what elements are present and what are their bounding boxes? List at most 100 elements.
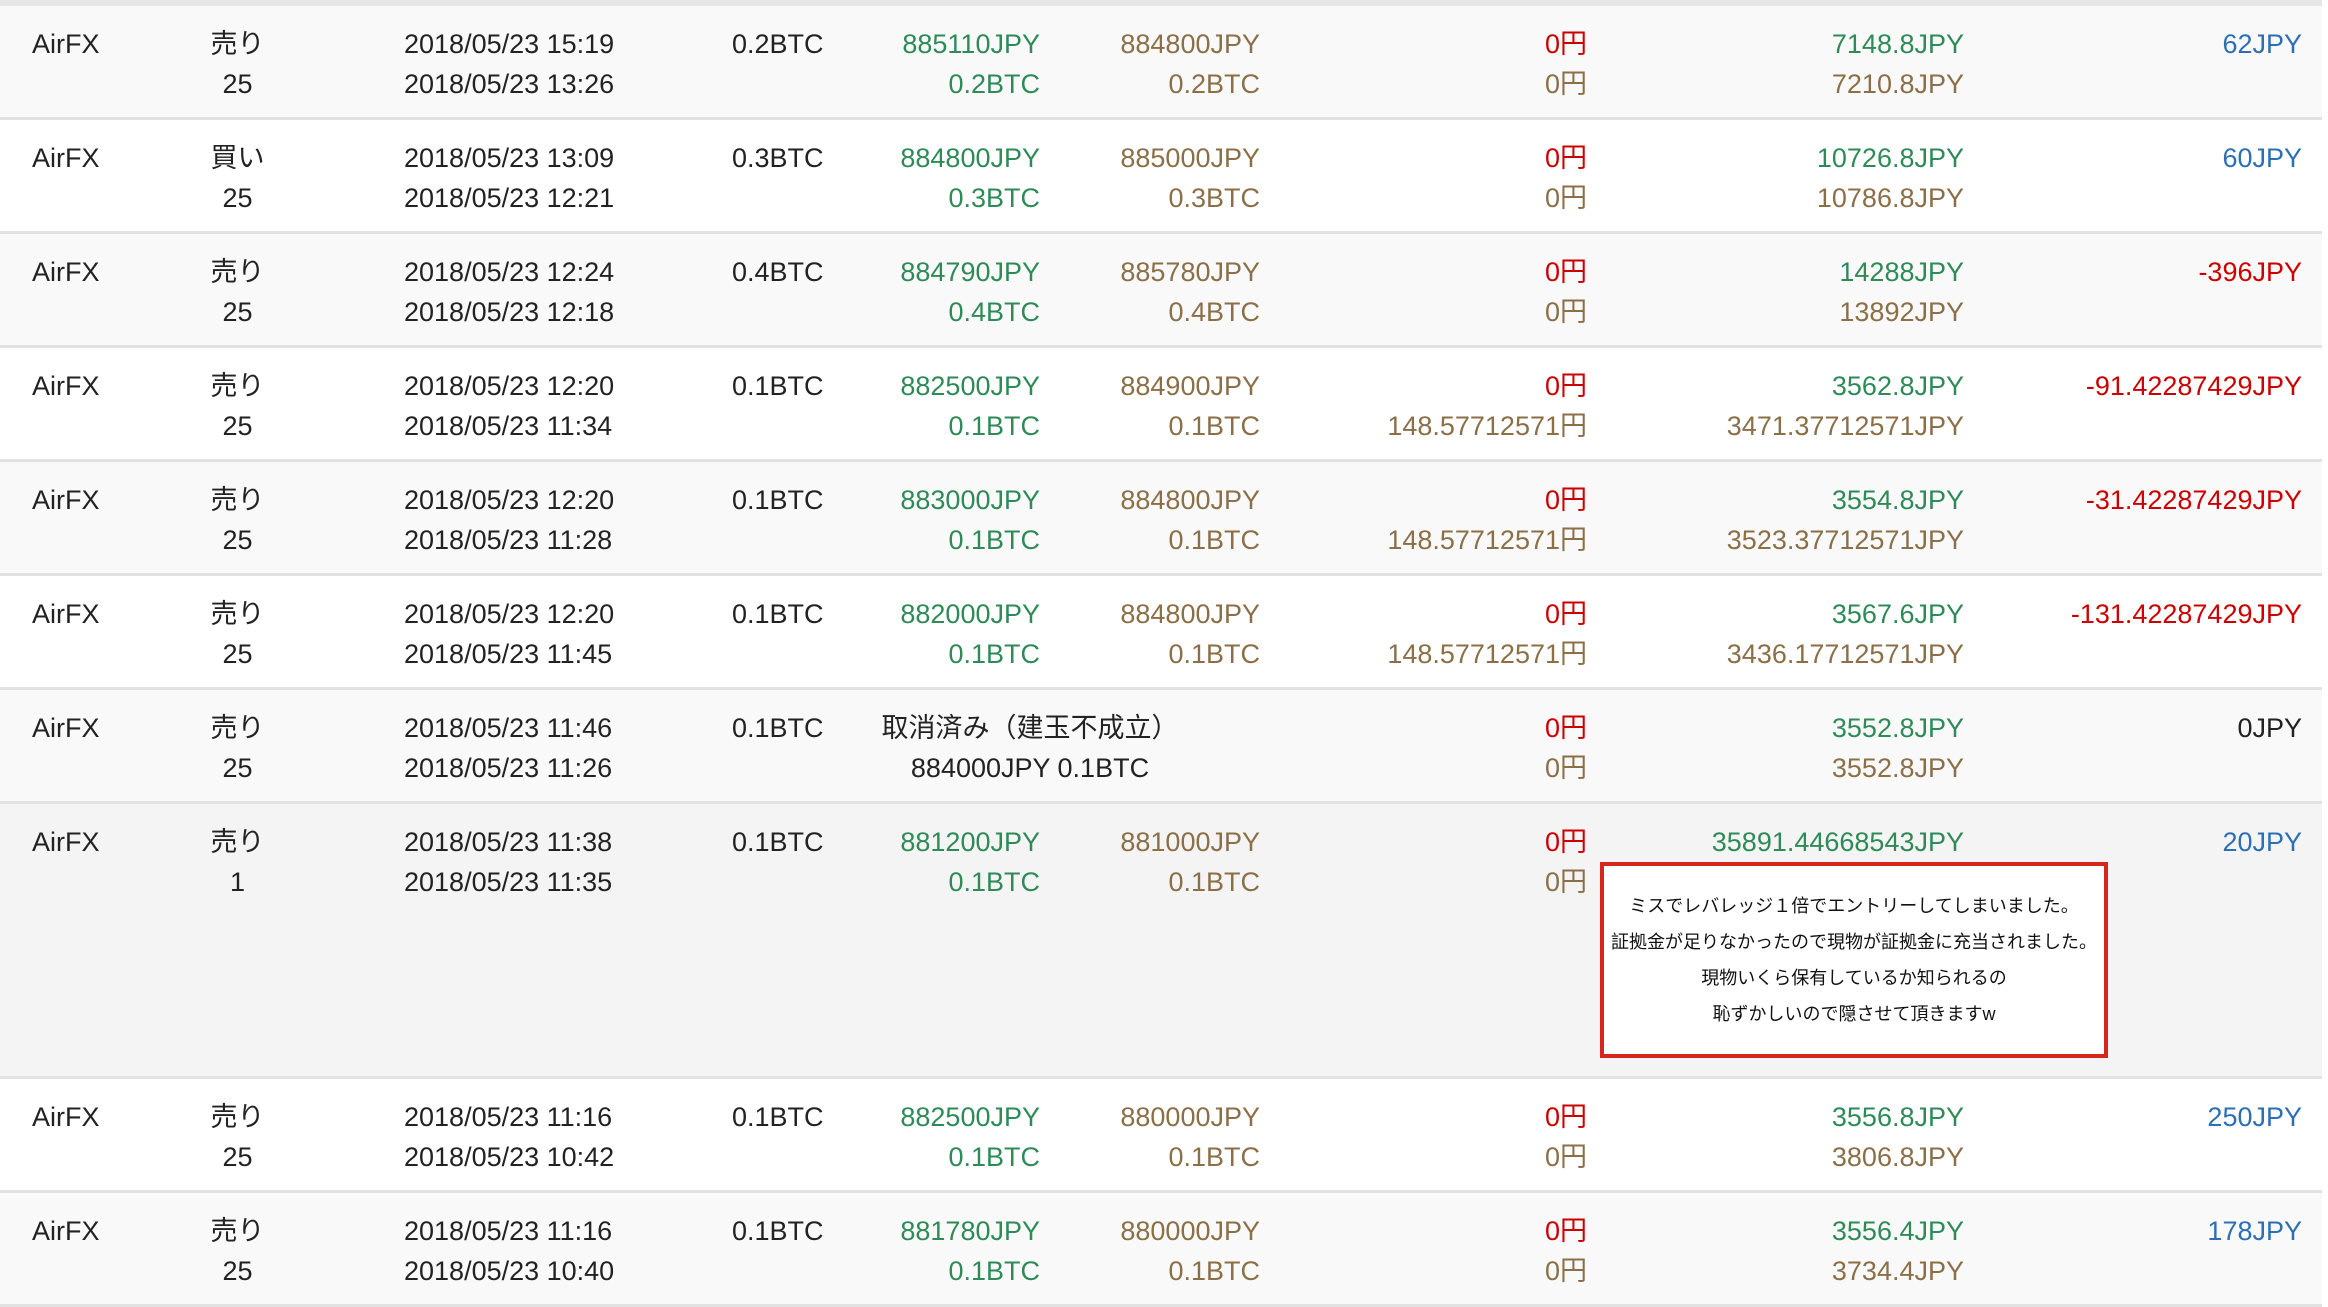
fee-cell: 0円	[1544, 599, 1587, 629]
annotation-line: 恥ずかしいので隠させて頂きますw	[1712, 1004, 1996, 1024]
balance-after-cell: 3471.37712571JPY	[1726, 411, 1964, 441]
balance-after-cell: 3436.17712571JPY	[1726, 639, 1964, 669]
open-time-cell: 2018/05/23 11:28	[404, 525, 613, 555]
exec-price-cell: 880000JPY	[1120, 1102, 1260, 1132]
exec-qty-cell: 0.1BTC	[1168, 525, 1260, 555]
balance-after-cell: 3523.37712571JPY	[1726, 525, 1964, 555]
order-price-cell: 882500JPY	[900, 371, 1040, 401]
profit-loss-cell: -396JPY	[2198, 257, 2302, 287]
exchange-cell: AirFX	[32, 827, 100, 857]
side-cell: 売り	[210, 1102, 265, 1132]
balance-after-cell: 13892JPY	[1839, 297, 1964, 327]
side-cell: 売り	[210, 485, 265, 515]
leverage-cell: 25	[222, 1256, 253, 1286]
fee-cell: 0円	[1544, 1216, 1587, 1246]
leverage-cell: 25	[222, 411, 253, 441]
close-time-cell: 2018/05/23 11:46	[404, 713, 613, 743]
balance-before-cell: 35891.44668543JPY	[1711, 827, 1964, 857]
profit-loss-cell: -31.42287429JPY	[2085, 485, 2302, 515]
order-qty-cell: 0.1BTC	[948, 1256, 1040, 1286]
order-qty-cell: 0.1BTC	[948, 639, 1040, 669]
open-time-cell: 2018/05/23 10:40	[404, 1256, 615, 1286]
close-time-cell: 2018/05/23 12:20	[404, 599, 615, 629]
table-row: AirFX 売り 25 2018/05/23 15:19 2018/05/23 …	[0, 6, 2322, 120]
side-cell: 売り	[210, 257, 265, 287]
order-qty-cell: 0.2BTC	[948, 69, 1040, 99]
balance-after-cell: 7210.8JPY	[1831, 69, 1964, 99]
quantity-cell: 0.2BTC	[732, 29, 824, 59]
side-cell: 買い	[210, 143, 265, 173]
swap-fee-cell: 0円	[1544, 183, 1587, 213]
quantity-cell: 0.1BTC	[732, 1216, 824, 1246]
balance-before-cell: 14288JPY	[1839, 257, 1964, 287]
exec-qty-cell: 0.1BTC	[1168, 867, 1260, 897]
exchange-cell: AirFX	[32, 143, 100, 173]
close-time-cell: 2018/05/23 12:20	[404, 485, 615, 515]
order-price-cell: 881200JPY	[900, 827, 1040, 857]
order-price-cell: 884790JPY	[900, 257, 1040, 287]
table-row: AirFX 買い 25 2018/05/23 13:09 2018/05/23 …	[0, 120, 2322, 234]
swap-fee-cell: 148.57712571円	[1387, 525, 1587, 555]
open-time-cell: 2018/05/23 12:21	[404, 183, 615, 213]
order-qty-cell: 0.1BTC	[948, 867, 1040, 897]
quantity-cell: 0.1BTC	[732, 485, 824, 515]
leverage-cell: 25	[222, 69, 253, 99]
swap-fee-cell: 0円	[1544, 1256, 1587, 1286]
quantity-cell: 0.1BTC	[732, 713, 824, 743]
order-price-cell: 882500JPY	[900, 1102, 1040, 1132]
side-cell: 売り	[210, 1216, 265, 1246]
swap-fee-cell: 148.57712571円	[1387, 411, 1587, 441]
order-qty-cell: 0.4BTC	[948, 297, 1040, 327]
exchange-cell: AirFX	[32, 485, 100, 515]
close-time-cell: 2018/05/23 11:16	[404, 1102, 613, 1132]
close-time-cell: 2018/05/23 11:16	[404, 1216, 613, 1246]
open-time-cell: 2018/05/23 11:35	[404, 867, 613, 897]
profit-loss-cell: 0JPY	[2237, 713, 2302, 743]
order-price-cell: 883000JPY	[900, 485, 1040, 515]
exec-price-cell: 884900JPY	[1120, 371, 1260, 401]
close-time-cell: 2018/05/23 11:38	[404, 827, 613, 857]
profit-loss-cell: 60JPY	[2222, 143, 2302, 173]
table-row: AirFX 売り 25 2018/05/23 12:20 2018/05/23 …	[0, 462, 2322, 576]
leverage-cell: 1	[229, 867, 246, 897]
exec-qty-cell: 0.1BTC	[1168, 639, 1260, 669]
fee-cell: 0円	[1544, 485, 1587, 515]
leverage-cell: 25	[222, 639, 253, 669]
balance-after-cell: 3806.8JPY	[1831, 1142, 1964, 1172]
exec-qty-cell: 0.1BTC	[1168, 1256, 1260, 1286]
open-time-cell: 2018/05/23 11:45	[404, 639, 613, 669]
exchange-cell: AirFX	[32, 371, 100, 401]
balance-before-cell: 3556.4JPY	[1831, 1216, 1964, 1246]
open-time-cell: 2018/05/23 11:26	[404, 753, 613, 783]
profit-loss-cell: 20JPY	[2222, 827, 2302, 857]
order-qty-cell: 0.1BTC	[948, 1142, 1040, 1172]
quantity-cell: 0.1BTC	[732, 599, 824, 629]
exchange-cell: AirFX	[32, 1216, 100, 1246]
balance-before-cell: 3556.8JPY	[1831, 1102, 1964, 1132]
exec-qty-cell: 0.1BTC	[1168, 1142, 1260, 1172]
cancel-status-cell: 取消済み（建玉不成立）	[881, 713, 1179, 743]
exec-qty-cell: 0.1BTC	[1168, 411, 1260, 441]
fee-cell: 0円	[1544, 257, 1587, 287]
order-price-cell: 881780JPY	[900, 1216, 1040, 1246]
fee-cell: 0円	[1544, 29, 1587, 59]
annotation-line: ミスでレバレッジ１倍でエントリーしてしまいました。	[1629, 896, 2079, 916]
close-time-cell: 2018/05/23 12:24	[404, 257, 615, 287]
table-row: AirFX 売り 25 2018/05/23 12:20 2018/05/23 …	[0, 348, 2322, 462]
profit-loss-cell: -131.42287429JPY	[2070, 599, 2302, 629]
profit-loss-cell: 250JPY	[2207, 1102, 2302, 1132]
exec-qty-cell: 0.4BTC	[1168, 297, 1260, 327]
fee-cell: 0円	[1544, 371, 1587, 401]
balance-before-cell: 7148.8JPY	[1831, 29, 1964, 59]
side-cell: 売り	[210, 371, 265, 401]
order-price-cell: 882000JPY	[900, 599, 1040, 629]
leverage-cell: 25	[222, 525, 253, 555]
order-price-cell: 884800JPY	[900, 143, 1040, 173]
exec-price-cell: 885780JPY	[1120, 257, 1260, 287]
close-time-cell: 2018/05/23 15:19	[404, 29, 615, 59]
leverage-cell: 25	[222, 1142, 253, 1172]
order-qty-cell: 0.3BTC	[948, 183, 1040, 213]
order-qty-cell: 0.1BTC	[948, 411, 1040, 441]
balance-before-cell: 3554.8JPY	[1831, 485, 1964, 515]
order-price-cell: 885110JPY	[902, 29, 1040, 59]
